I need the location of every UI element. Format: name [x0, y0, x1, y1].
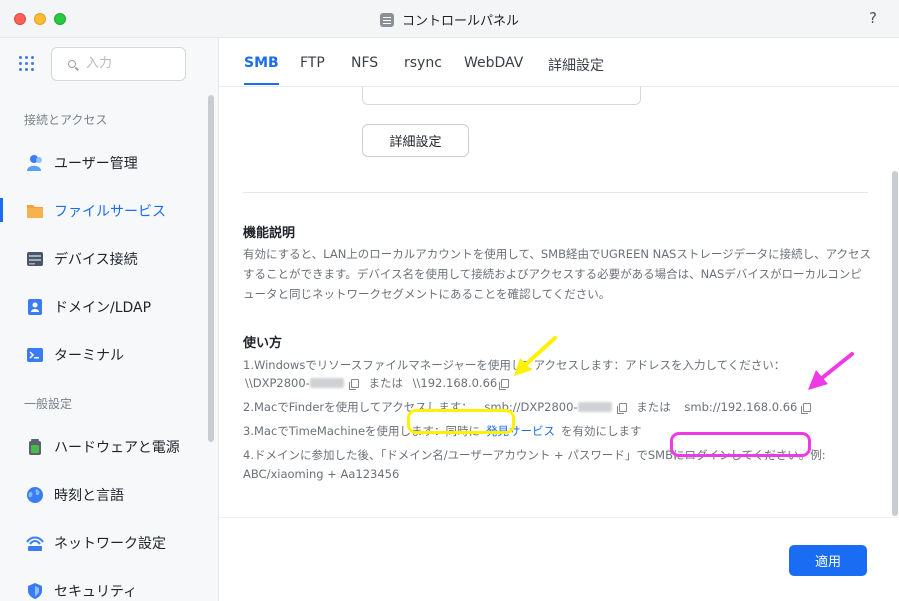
- section-general-settings: 一般設定: [24, 397, 73, 411]
- tab-nfs[interactable]: NFS: [351, 55, 378, 71]
- tab-bar: SMB FTP NFS rsync WebDAV 詳細設定: [219, 38, 899, 87]
- sidebar-scrollbar[interactable]: [208, 95, 214, 442]
- sidebar-item-file-service[interactable]: ファイルサービス: [0, 190, 205, 230]
- device-icon: [26, 250, 44, 268]
- sidebar-item-hardware-power[interactable]: ハードウェアと電源: [0, 426, 205, 466]
- sidebar-item-domain-ldap[interactable]: ドメイン/LDAP: [0, 286, 205, 326]
- tab-ftp[interactable]: FTP: [300, 55, 325, 71]
- usage-line-1b: \\DXP2800- または \\192.168.0.66: [245, 375, 510, 391]
- battery-icon: [26, 438, 44, 456]
- title-bar: コントロールパネル ?: [0, 0, 899, 38]
- tab-smb[interactable]: SMB: [244, 55, 279, 85]
- sidebar-item-label: セキュリティ: [54, 584, 138, 600]
- divider: [243, 192, 868, 193]
- redacted-text: [309, 378, 344, 388]
- main-panel: SMB FTP NFS rsync WebDAV 詳細設定 詳細設定 機能説明 …: [219, 38, 899, 601]
- sidebar-item-terminal[interactable]: ターミナル: [0, 334, 205, 374]
- sidebar-item-label: ターミナル: [54, 348, 124, 364]
- or-text: または: [636, 400, 671, 414]
- apps-grid-icon[interactable]: [19, 56, 35, 72]
- sidebar-item-label: デバイス接続: [54, 252, 138, 268]
- copy-icon[interactable]: [801, 403, 812, 414]
- feature-description-text: 有効にすると、LAN上のローカルアカウントを使用して、SMB経由でUGREEN …: [243, 247, 872, 301]
- copy-icon[interactable]: [616, 403, 627, 414]
- shield-icon: [26, 582, 44, 600]
- tab-rsync[interactable]: rsync: [404, 55, 442, 71]
- sidebar-item-user-management[interactable]: ユーザー管理: [0, 142, 205, 182]
- network-icon: [26, 534, 44, 552]
- terminal-icon: [26, 346, 44, 364]
- sidebar-item-label: ドメイン/LDAP: [54, 300, 152, 316]
- detail-settings-button[interactable]: 詳細設定: [362, 124, 469, 157]
- sidebar-item-label: ユーザー管理: [54, 156, 138, 172]
- users-icon: [26, 154, 44, 172]
- feature-description-title: 機能説明: [243, 226, 296, 241]
- pink-highlight-circle: [670, 432, 811, 457]
- sidebar-item-device-connection[interactable]: デバイス接続: [0, 238, 205, 278]
- pink-arrow-icon: [808, 352, 854, 390]
- setting-input-field[interactable]: [362, 87, 641, 105]
- sidebar-item-label: 時刻と言語: [54, 488, 124, 504]
- control-panel-icon: [379, 13, 394, 27]
- sidebar-item-label: ハードウェアと電源: [54, 440, 180, 456]
- domain-icon: [26, 298, 44, 316]
- window-title: コントロールパネル: [401, 14, 519, 29]
- sidebar: 接続とアクセス ユーザー管理 ファイルサービス デバイス接続 ドメイン/LDAP…: [0, 38, 219, 601]
- tab-advanced-settings[interactable]: 詳細設定: [548, 55, 604, 75]
- sidebar-item-label: ネットワーク設定: [54, 536, 166, 552]
- usage-line-3-suffix: を有効にします: [561, 424, 642, 438]
- usage-line-4b: ABC/xiaoming + Aa123456: [243, 467, 400, 481]
- help-button[interactable]: ?: [869, 9, 877, 27]
- usage-line-2: 2.MacでFinderを使用してアクセスします： smb://DXP2800-…: [243, 399, 812, 415]
- smb-settings-content: 詳細設定 機能説明 有効にすると、LAN上のローカルアカウントを使用して、SMB…: [219, 87, 899, 517]
- apply-button[interactable]: 適用: [789, 545, 867, 576]
- search-input[interactable]: [86, 56, 176, 71]
- mac-ip-path[interactable]: smb://192.168.0.66: [684, 400, 797, 414]
- sidebar-item-time-language[interactable]: 時刻と言語: [0, 474, 205, 514]
- sidebar-item-label: ファイルサービス: [54, 204, 166, 220]
- or-text: または: [368, 376, 404, 390]
- sidebar-item-network-settings[interactable]: ネットワーク設定: [0, 522, 205, 562]
- yellow-highlight-circle: [407, 409, 515, 434]
- window-title-group: コントロールパネル: [0, 10, 899, 29]
- redacted-text: [577, 402, 612, 412]
- usage-title: 使い方: [243, 336, 283, 351]
- footer-divider: [219, 517, 899, 518]
- folder-icon: [26, 202, 44, 220]
- copy-icon[interactable]: [348, 379, 359, 390]
- windows-hostname-path[interactable]: \\DXP2800-: [245, 376, 310, 390]
- globe-icon: [26, 486, 44, 504]
- yellow-arrow-icon: [514, 336, 557, 376]
- section-connection-access: 接続とアクセス: [24, 113, 108, 127]
- search-box[interactable]: [51, 47, 186, 81]
- search-icon: [68, 60, 76, 68]
- content-scrollbar[interactable]: [892, 171, 898, 516]
- windows-ip-path[interactable]: \\192.168.0.66: [413, 376, 498, 390]
- sidebar-item-security[interactable]: セキュリティ: [0, 570, 205, 601]
- tab-webdav[interactable]: WebDAV: [464, 55, 523, 71]
